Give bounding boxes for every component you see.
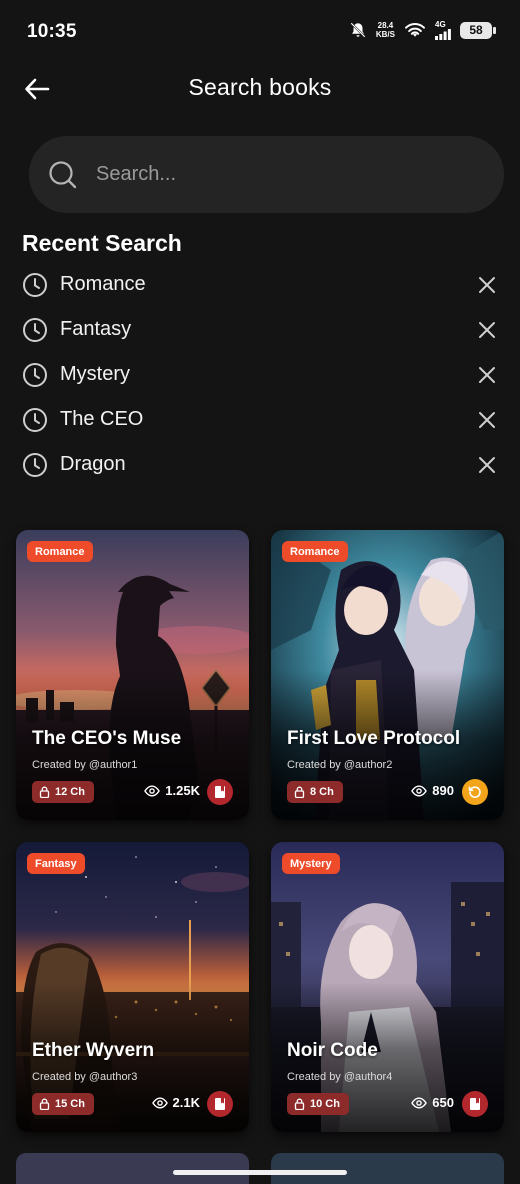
app-header: Search books — [0, 62, 520, 114]
network-speed: 28.4 KB/S — [376, 21, 395, 39]
book-card-peek[interactable] — [16, 1153, 249, 1184]
close-icon[interactable] — [478, 276, 496, 294]
read-button[interactable] — [462, 1091, 488, 1117]
eye-icon — [151, 1096, 168, 1109]
recent-search-item[interactable]: Mystery — [0, 352, 520, 397]
cell-signal-icon — [435, 29, 451, 40]
recent-search-label: Romance — [60, 273, 146, 295]
view-count: 650 — [411, 1095, 454, 1110]
recent-search-list: Romance Fantasy Mystery The CEO Dragon — [0, 262, 520, 487]
status-icons: 28.4 KB/S 4G 58 — [349, 20, 496, 40]
book-card[interactable]: Romance The CEO's Muse Created by @autho… — [16, 530, 249, 820]
network-speed-unit: KB/S — [375, 30, 395, 39]
clock-icon — [23, 273, 47, 297]
recent-search-item[interactable]: The CEO — [0, 397, 520, 442]
book-title: First Love Protocol — [287, 728, 461, 749]
genre-badge: Romance — [282, 541, 348, 562]
view-count-label: 1.25K — [165, 783, 200, 798]
book-icon — [215, 1098, 225, 1110]
recent-search-label: Mystery — [60, 363, 130, 385]
close-icon[interactable] — [478, 321, 496, 339]
close-icon[interactable] — [478, 366, 496, 384]
recent-search-item[interactable]: Romance — [0, 262, 520, 307]
recent-search-label: Fantasy — [60, 318, 132, 340]
genre-badge: Fantasy — [27, 853, 85, 874]
home-indicator[interactable] — [173, 1170, 347, 1175]
view-count: 1.25K — [144, 783, 200, 798]
continue-reading-button[interactable] — [462, 779, 488, 805]
clock-icon — [23, 318, 47, 342]
book-card[interactable]: Romance First Love Protocol Created by @… — [271, 530, 504, 820]
clock-icon — [23, 453, 47, 477]
book-card[interactable]: Fantasy Ether Wyvern Created by @author3… — [16, 842, 249, 1132]
recent-search-label: Dragon — [60, 453, 126, 475]
chapter-count-label: 10 Ch — [310, 1098, 340, 1110]
chapter-count-label: 8 Ch — [310, 786, 334, 798]
recent-search-item[interactable]: Dragon — [0, 442, 520, 487]
wifi-icon — [405, 23, 425, 37]
eye-icon — [411, 1096, 428, 1109]
book-title: Noir Code — [287, 1040, 378, 1061]
page-title: Search books — [188, 74, 332, 100]
book-title: The CEO's Muse — [32, 728, 182, 749]
search-bar[interactable] — [29, 136, 504, 213]
read-button[interactable] — [207, 779, 233, 805]
cell-signal: 4G — [435, 20, 451, 40]
lock-icon — [294, 1098, 305, 1110]
book-author: Created by @author2 — [287, 759, 393, 771]
view-count-label: 2.1K — [172, 1095, 200, 1110]
status-time: 10:35 — [27, 21, 77, 42]
view-count-label: 650 — [432, 1095, 454, 1110]
lock-icon — [39, 786, 50, 798]
book-icon — [470, 1098, 480, 1110]
eye-icon — [144, 784, 161, 797]
recent-search-label: The CEO — [60, 408, 144, 430]
battery-indicator: 58 — [460, 21, 496, 39]
chapter-count: 15 Ch — [32, 1093, 94, 1115]
book-author: Created by @author1 — [32, 759, 138, 771]
book-author: Created by @author3 — [32, 1071, 138, 1083]
view-count: 2.1K — [151, 1095, 200, 1110]
close-icon[interactable] — [478, 456, 496, 474]
clock-icon — [23, 408, 47, 432]
genre-badge: Romance — [27, 541, 93, 562]
view-count: 890 — [411, 783, 454, 798]
genre-badge: Mystery — [282, 853, 340, 874]
lock-icon — [294, 786, 305, 798]
recent-search-item[interactable]: Fantasy — [0, 307, 520, 352]
clock-icon — [23, 363, 47, 387]
book-author: Created by @author4 — [287, 1071, 393, 1083]
view-count-label: 890 — [432, 783, 454, 798]
chapter-count-label: 12 Ch — [55, 786, 85, 798]
chapter-count: 8 Ch — [287, 781, 343, 803]
chapter-count-label: 15 Ch — [55, 1098, 85, 1110]
network-speed-value: 28.4 — [377, 21, 394, 30]
status-bar: 10:35 28.4 KB/S 4G 58 — [0, 0, 520, 62]
book-title: Ether Wyvern — [32, 1040, 155, 1061]
recent-search-title: Recent Search — [22, 230, 182, 256]
search-icon — [49, 160, 77, 188]
network-type: 4G — [435, 20, 446, 29]
book-card-peek[interactable] — [271, 1153, 504, 1184]
book-card[interactable]: Mystery Noir Code Created by @author4 10… — [271, 842, 504, 1132]
book-icon — [215, 786, 225, 798]
chapter-count: 12 Ch — [32, 781, 94, 803]
read-button[interactable] — [207, 1091, 233, 1117]
search-input[interactable] — [96, 163, 476, 186]
chapter-count: 10 Ch — [287, 1093, 349, 1115]
eye-icon — [411, 784, 428, 797]
mute-bell-icon — [350, 22, 366, 38]
history-icon — [468, 786, 481, 798]
lock-icon — [39, 1098, 50, 1110]
close-icon[interactable] — [478, 411, 496, 429]
